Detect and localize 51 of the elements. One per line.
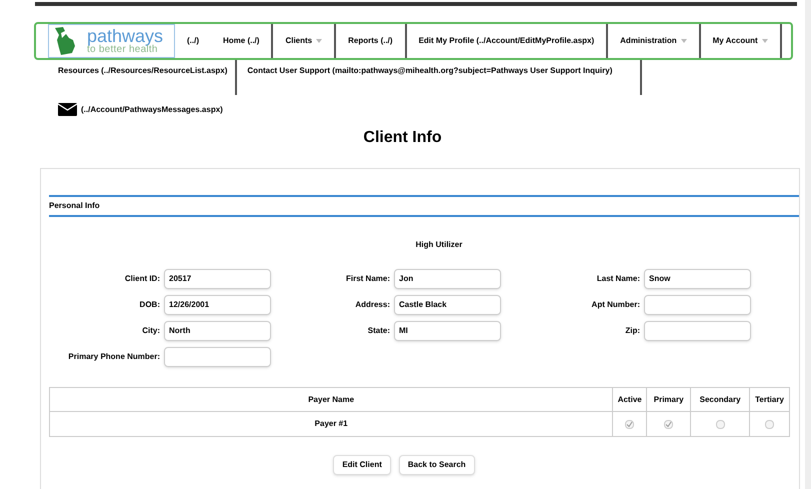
nav-link[interactable]: Home (../) (223, 35, 260, 47)
column-header: Primary (646, 388, 690, 411)
text-field[interactable]: Castle Black (394, 295, 501, 315)
field-label: Primary Phone Number: (67, 351, 161, 363)
nav-link[interactable]: (../) (187, 35, 199, 47)
text-field[interactable]: 12/26/2001 (164, 295, 271, 315)
envelope-icon[interactable] (58, 103, 77, 116)
text-field[interactable] (164, 347, 271, 367)
field-label: Last Name: (596, 273, 641, 285)
field-label: First Name: (344, 273, 391, 285)
nav-link[interactable]: Resources (../Resources/ResourceList.aspx) (58, 64, 228, 76)
column-header: Payer Name (307, 394, 356, 406)
messages-link[interactable]: (../Account/PathwaysMessages.aspx) (81, 104, 223, 116)
nav-link[interactable]: Administration (620, 35, 687, 47)
section-title: Personal Info (49, 200, 100, 212)
field-label: Zip: (624, 325, 641, 337)
text-field[interactable] (644, 321, 751, 341)
nav-link[interactable]: Clients (285, 35, 322, 47)
column-header: Tertiary (749, 388, 789, 411)
checkbox[interactable] (716, 420, 725, 428)
text-field[interactable]: Snow (644, 269, 751, 289)
text-field[interactable]: 20517 (164, 269, 271, 289)
column-header: Secondary (690, 388, 750, 411)
caret-icon (762, 39, 768, 43)
high-utilizer-label: High Utilizer (416, 239, 462, 251)
text-field[interactable]: North (164, 321, 271, 341)
checkbox[interactable] (664, 420, 674, 428)
page-title: Client Info (363, 128, 442, 148)
text-field[interactable] (644, 295, 751, 315)
checkbox[interactable] (625, 420, 634, 428)
caret-icon (680, 39, 687, 43)
field-label: Apt Number: (590, 299, 641, 311)
field-label: City: (141, 325, 161, 337)
table-cell-text: Payer #1 (314, 418, 349, 430)
logo-tagline: to better health (87, 45, 158, 55)
field-label: State: (366, 325, 391, 337)
column-header: Active (612, 388, 646, 411)
nav-link[interactable]: Edit My Profile (../Account/EditMyProfile.aspx) (418, 35, 594, 47)
action-button[interactable]: Edit Client (333, 455, 391, 475)
text-field[interactable]: MI (394, 321, 501, 341)
caret-icon (316, 39, 322, 43)
field-label: DOB: (138, 299, 161, 311)
nav-link[interactable]: Contact User Support (mailto:pathways@mihealth.org?subject=Pathways User Support Inquiry) (247, 64, 612, 76)
field-label: Client ID: (124, 273, 161, 285)
logo-name: pathways (87, 27, 164, 45)
text-field[interactable]: Jon (394, 269, 501, 289)
action-button[interactable]: Back to Search (398, 455, 475, 475)
nav-link[interactable]: Reports (../) (348, 35, 393, 47)
checkbox[interactable] (765, 420, 774, 428)
field-label: Address: (354, 299, 391, 311)
nav-link[interactable]: My Account (712, 35, 768, 47)
